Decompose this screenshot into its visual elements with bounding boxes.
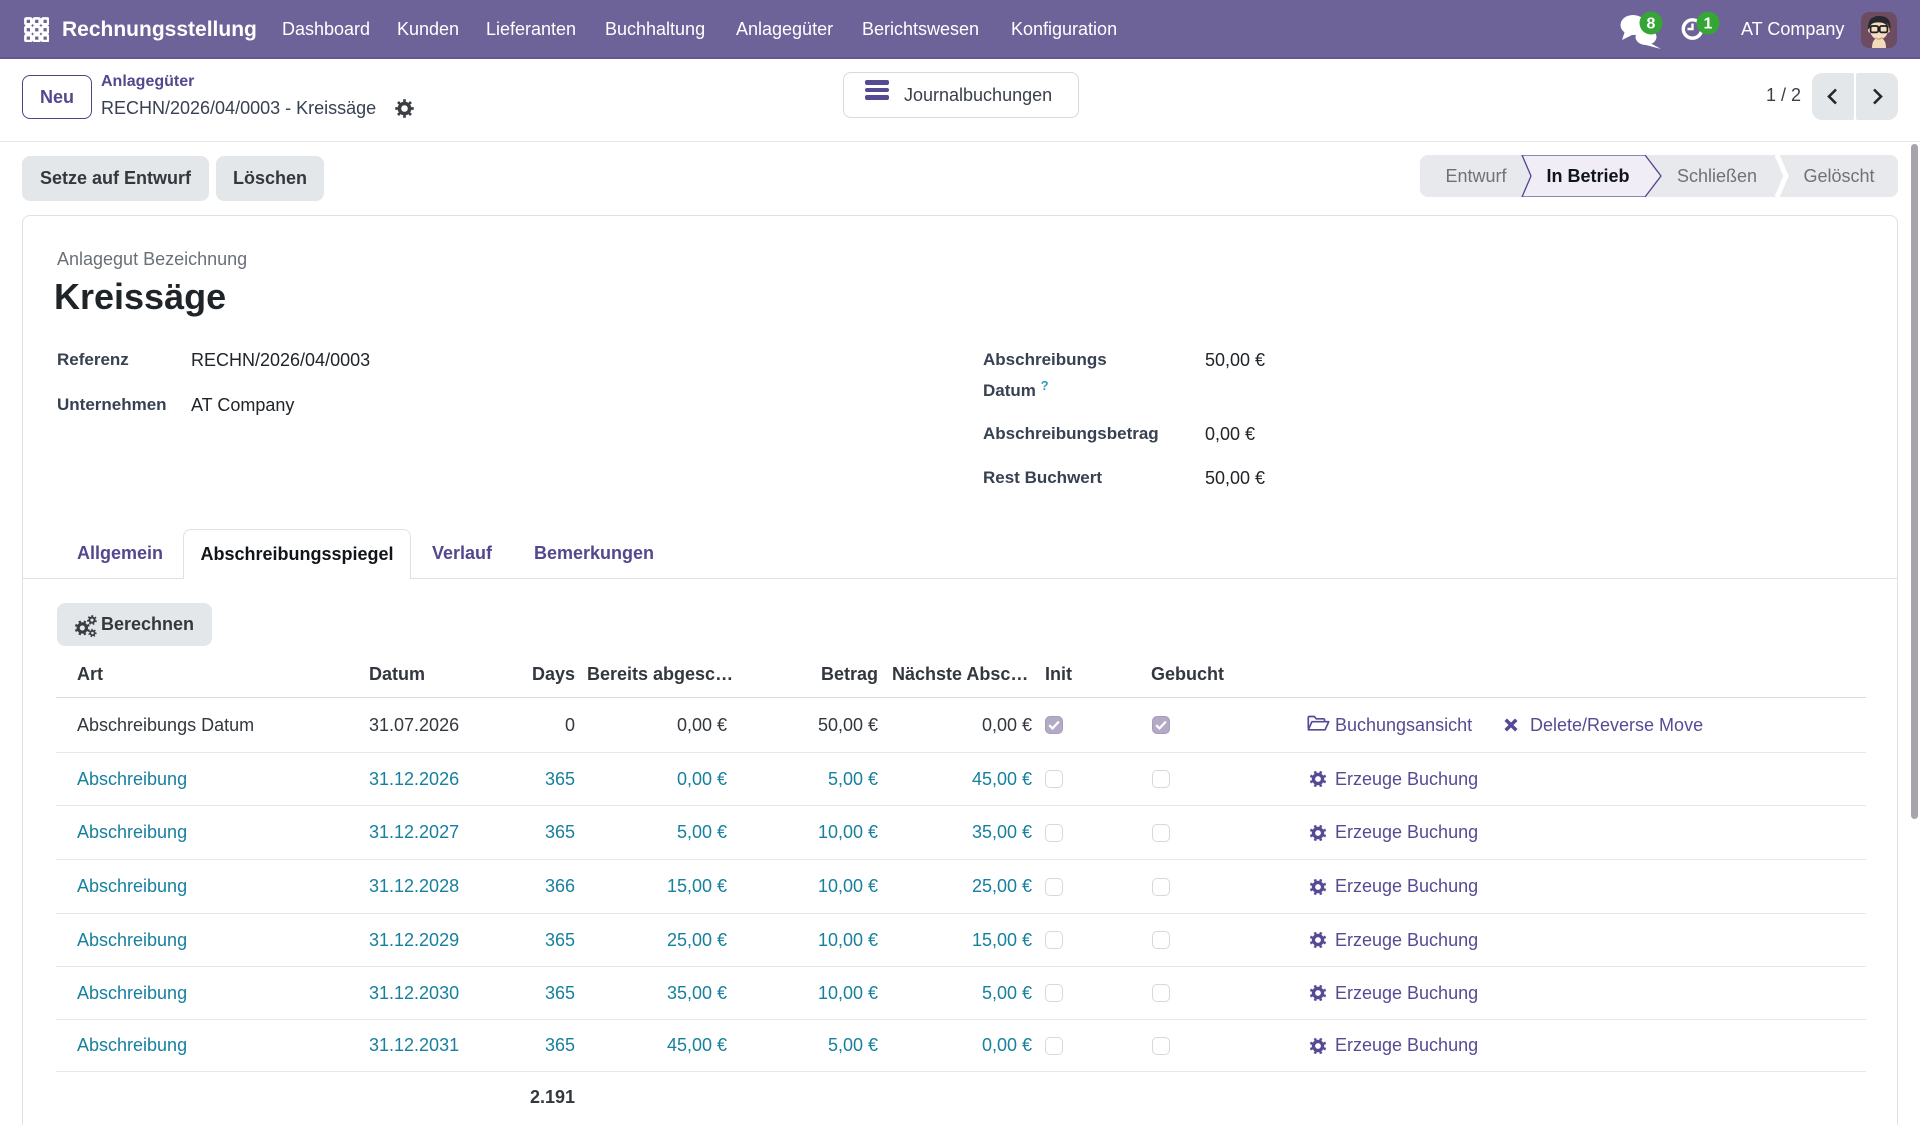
svg-text:1: 1 (1704, 16, 1713, 33)
svg-text:8: 8 (1647, 16, 1656, 33)
